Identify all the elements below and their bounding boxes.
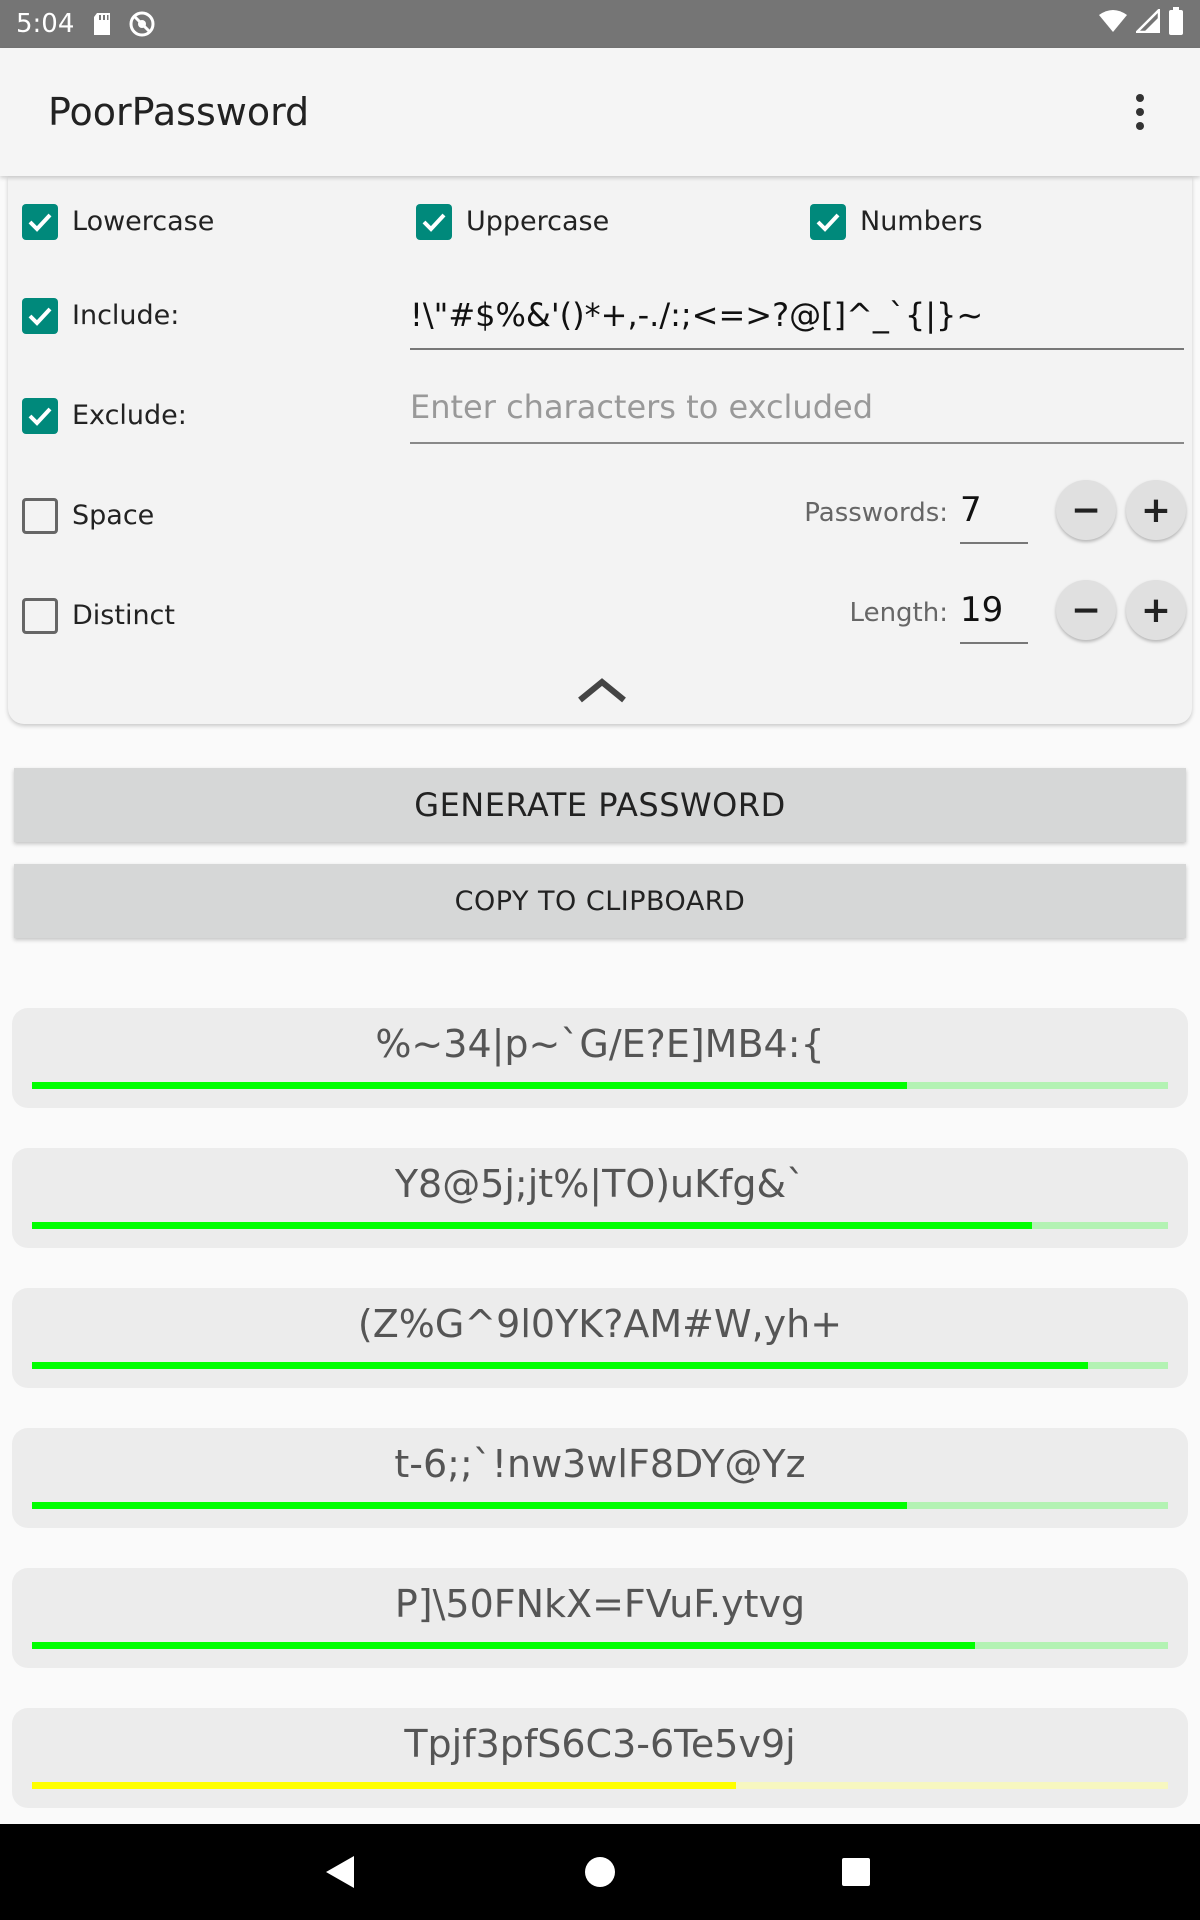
check-icon [28,307,52,326]
wifi-icon [1098,9,1128,40]
battery-icon [1168,6,1184,42]
space-checkbox[interactable] [22,498,58,534]
lowercase-label: Lowercase [72,206,215,237]
exclude-field[interactable]: Enter characters to excluded [410,388,1184,444]
navigation-bar [0,1824,1200,1920]
password-text: Tpjf3pfS6C3-6Te5v9j [404,1722,796,1766]
passwords-count-label: Passwords: [804,498,948,528]
space-label: Space [72,500,155,531]
strength-bar-fill [32,1642,975,1649]
include-checkbox[interactable] [22,298,58,334]
password-text: t-6;;`!nw3wlF8DY@Yz [394,1442,806,1486]
back-icon[interactable] [322,1854,358,1894]
length-field[interactable]: 19 [960,590,1028,644]
strength-bar-fill [32,1082,907,1089]
password-card[interactable]: Tpjf3pfS6C3-6Te5v9j [12,1708,1188,1808]
password-card[interactable]: %~34|p~`G/E?E]MB4:{ [12,1008,1188,1108]
check-icon [422,213,446,232]
signal-icon [1133,6,1161,40]
home-icon[interactable] [583,1855,617,1893]
password-text: P]\50FNkX=FVuF.ytvg [394,1582,806,1626]
strength-bar [32,1082,1168,1089]
passwords-count-field[interactable]: 7 [960,490,1028,544]
strength-bar [32,1362,1168,1369]
password-card[interactable]: Y8@5j;jt%|TO)uKfg&` [12,1148,1188,1248]
status-bar: 5:04 [0,0,1200,48]
distinct-label: Distinct [72,600,175,631]
strength-bar-fill [32,1502,907,1509]
strength-bar [32,1782,1168,1789]
length-decrement-button[interactable]: − [1056,580,1116,640]
exclude-checkbox[interactable] [22,398,58,434]
include-label: Include: [72,300,180,331]
numbers-label: Numbers [860,206,983,237]
more-vert-icon[interactable] [1120,82,1160,142]
check-icon [28,407,52,426]
sync-disabled-icon [128,10,156,38]
strength-bar [32,1642,1168,1649]
generate-password-button[interactable]: GENERATE PASSWORD [14,768,1186,842]
password-card[interactable]: t-6;;`!nw3wlF8DY@Yz [12,1428,1188,1528]
exclude-label: Exclude: [72,400,187,431]
password-card[interactable]: (Z%G^9l0YK?AM#W,yh+ [12,1288,1188,1388]
password-text: %~34|p~`G/E?E]MB4:{ [375,1022,825,1066]
include-field[interactable]: !\"#$%&'()*+,-./:;<=>?@[]^_`{|}~ [410,296,1184,350]
check-icon [816,213,840,232]
passwords-decrement-button[interactable]: − [1056,480,1116,540]
strength-bar-fill [32,1782,737,1789]
strength-bar-fill [32,1222,1032,1229]
status-time: 5:04 [16,9,75,39]
lowercase-checkbox[interactable] [22,204,58,240]
numbers-checkbox[interactable] [810,204,846,240]
recents-icon[interactable] [840,1856,872,1892]
password-text: (Z%G^9l0YK?AM#W,yh+ [357,1302,843,1346]
uppercase-label: Uppercase [466,206,610,237]
options-panel: Lowercase Uppercase Numbers Include: !\"… [8,176,1192,724]
length-label: Length: [849,598,948,628]
uppercase-checkbox[interactable] [416,204,452,240]
length-increment-button[interactable]: + [1126,580,1186,640]
strength-bar [32,1222,1168,1229]
copy-to-clipboard-button[interactable]: COPY TO CLIPBOARD [14,864,1186,938]
app-title: PoorPassword [48,90,310,134]
app-bar: PoorPassword [0,48,1200,176]
distinct-checkbox[interactable] [22,598,58,634]
password-card[interactable]: P]\50FNkX=FVuF.ytvg [12,1568,1188,1668]
password-text: Y8@5j;jt%|TO)uKfg&` [394,1162,806,1206]
chevron-up-icon[interactable] [574,672,630,712]
strength-bar [32,1502,1168,1509]
strength-bar-fill [32,1362,1089,1369]
check-icon [28,213,52,232]
sd-card-icon [92,12,112,36]
passwords-increment-button[interactable]: + [1126,480,1186,540]
